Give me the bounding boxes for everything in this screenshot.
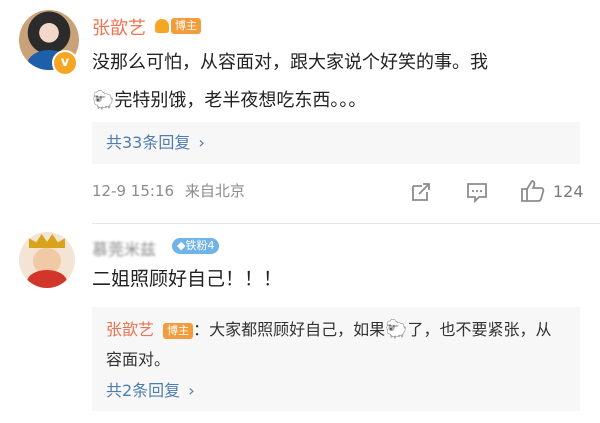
view-replies-link[interactable]: 共33条回复 › [92, 122, 580, 164]
like-icon[interactable] [520, 178, 546, 208]
post-text: 没那么可怕，从容面对，跟大家说个好笑的事。我 🐑完特别饿，老半夜想吃东西。。。 [92, 44, 582, 120]
post-meta: 12-9 15:16 来自北京 [92, 180, 245, 201]
share-icon[interactable] [410, 181, 432, 207]
post-author-name[interactable]: 张歆艺 [92, 14, 146, 40]
comment-text: 二姐照顾好自己！！！ [92, 268, 283, 290]
sub-replies-box[interactable]: 张歆艺 博主 ：大家都照顾好自己，如果🐑了，也不要紧张，从容面对。 共2条回复 › [92, 307, 580, 411]
post-text-line1: 没那么可怕，从容面对，跟大家说个好笑的事。我 [92, 52, 488, 73]
sheep-emoji-icon: 🐑 [92, 90, 115, 111]
sub-reply-blogger-badge: 博主 [163, 322, 194, 339]
commenter-name[interactable]: 慕莞米兹 [92, 236, 156, 260]
comment-icon[interactable] [466, 181, 488, 207]
blogger-badge: 博主 [155, 15, 201, 34]
comment-divider [92, 223, 600, 224]
verified-v-icon: v [52, 50, 78, 76]
sub-reply-author[interactable]: 张歆艺 [106, 320, 154, 339]
post-text-line2-text: 完特别饿，老半夜想吃东西。。。 [114, 90, 367, 111]
avatar-body [27, 270, 67, 288]
medal-icon [155, 18, 169, 33]
chevron-right-icon: › [188, 381, 195, 400]
crown-icon [29, 234, 65, 248]
chevron-right-icon: › [198, 133, 205, 152]
sub-reply-text-before: ：大家都照顾好自己，如果 [193, 320, 386, 339]
replies-box[interactable]: 共33条回复 › [92, 122, 580, 164]
like-count: 124 [553, 182, 584, 201]
commenter-avatar[interactable] [19, 232, 75, 288]
view-sub-replies-link[interactable]: 共2条回复 › [106, 379, 195, 403]
sub-reply: 张歆艺 博主 ：大家都照顾好自己，如果🐑了，也不要紧张，从容面对。 [106, 315, 566, 375]
post-source: 来自北京 [184, 182, 245, 200]
fan-level-badge: ◆铁粉4 [172, 238, 220, 254]
blogger-badge-label: 博主 [171, 17, 201, 34]
post-text-line2: 🐑完特别饿，老半夜想吃东西。。。 [92, 82, 582, 120]
view-replies-label: 共33条回复 [106, 133, 191, 152]
sheep-emoji-icon: 🐑 [385, 319, 408, 340]
view-sub-replies-label: 共2条回复 [106, 381, 181, 400]
post-time: 12-9 15:16 [92, 182, 175, 200]
